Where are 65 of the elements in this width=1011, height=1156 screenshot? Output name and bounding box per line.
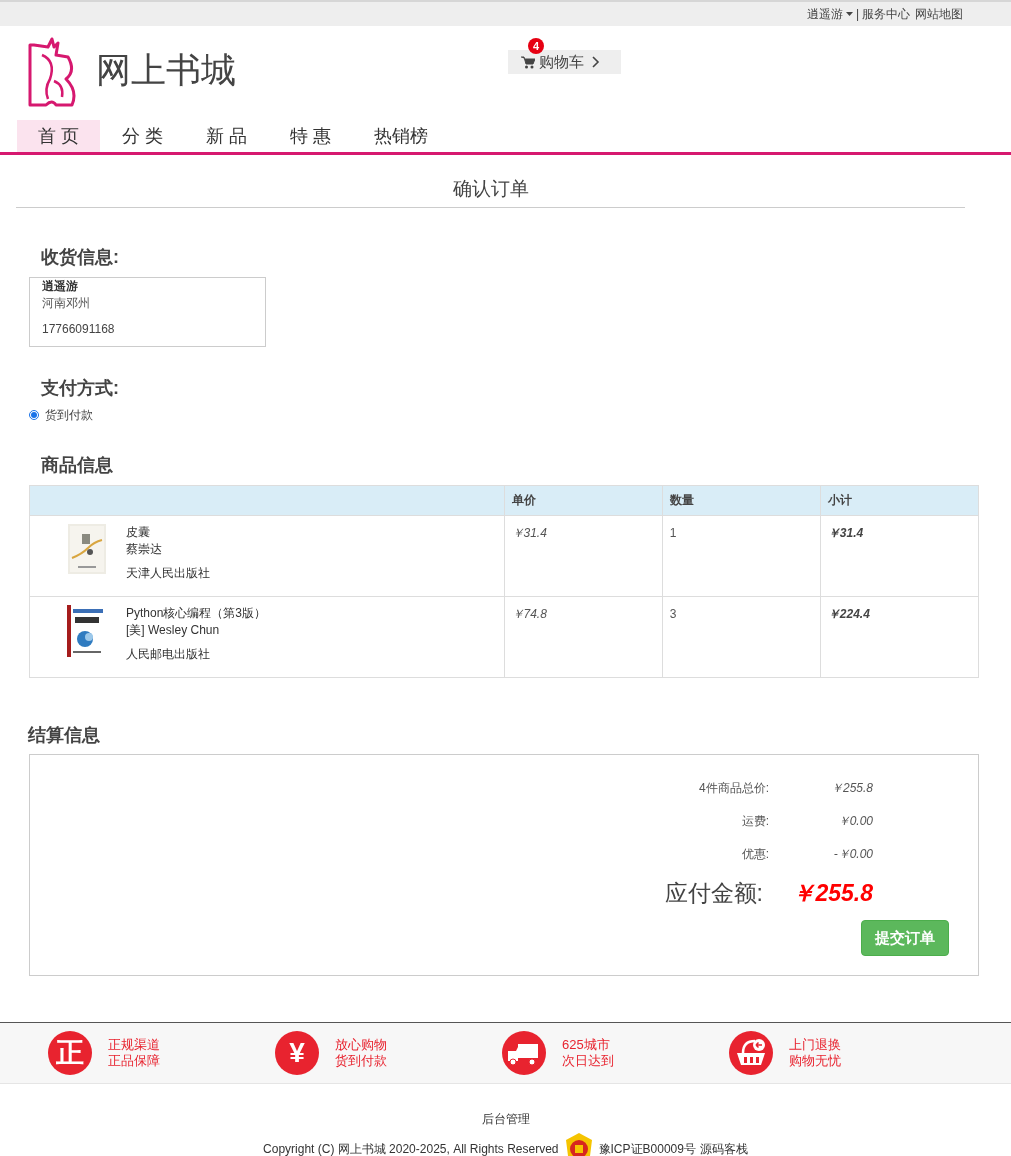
book-publisher: 人民邮电出版社 — [126, 645, 211, 663]
summary-label: 运费: — [740, 812, 769, 830]
police-badge-icon — [564, 1131, 593, 1156]
icp-text: 豫ICP证B00009号 — [598, 1140, 696, 1156]
feature-text: 正规渠道 — [108, 1036, 160, 1053]
feature-text: 放心购物 — [335, 1036, 387, 1053]
feature-text: 625城市 — [562, 1036, 611, 1053]
section-heading: 商品信息 — [41, 454, 113, 475]
nav-tab[interactable]: 分 类 — [101, 120, 185, 152]
cart-count-badge: 4 — [528, 38, 544, 54]
site-title: 网上书城 — [96, 48, 236, 91]
admin-link[interactable]: 后台管理 — [481, 1109, 530, 1128]
book-title[interactable]: 皮囊 — [126, 523, 210, 541]
basket-icon — [729, 1030, 773, 1075]
copyright-text: Copyright (C) 网上书城 2020-2025, All Rights Reserved — [263, 1140, 559, 1156]
truck-icon — [502, 1030, 546, 1075]
summary-label: 优惠: — [740, 845, 769, 863]
feature-text: 正品保障 — [108, 1052, 160, 1069]
top-link[interactable]: 服务中心 — [862, 5, 910, 23]
caret-icon — [845, 12, 853, 16]
column-header: 小计 — [820, 485, 979, 515]
summary-value: ￥255.8 — [829, 779, 873, 797]
summary-value: -￥0.00 — [832, 845, 873, 863]
nav-tab[interactable]: 新 品 — [185, 120, 269, 152]
section-heading: 收货信息: — [41, 246, 119, 267]
chevron-right-icon — [592, 56, 600, 68]
recipient-name: 逍遥游 — [42, 278, 79, 294]
book-title[interactable]: Python核心编程（第3版） — [126, 604, 267, 622]
feature-icon: ¥ — [275, 1030, 319, 1075]
address-text: 河南邓州 — [42, 294, 91, 312]
phone-number: 17766091168 — [42, 320, 116, 338]
feature-text: 次日达到 — [562, 1052, 614, 1069]
feature-text: 上门退换 — [789, 1036, 841, 1053]
summary-label: 4件商品总价: — [698, 779, 769, 797]
nav-tab[interactable]: 热销榜 — [353, 120, 450, 152]
user-menu[interactable]: 逍遥游 — [806, 5, 853, 23]
page-title: 确认订单 — [452, 177, 529, 201]
table-cell: ￥224.4 — [820, 596, 979, 677]
section-heading: 结算信息 — [28, 724, 100, 745]
table-cell: 3 — [662, 596, 821, 677]
radio-label: 货到付款 — [45, 406, 93, 424]
book-publisher: 天津人民出版社 — [126, 564, 210, 582]
total-amount: ￥255.8 — [791, 878, 873, 908]
cart-icon — [521, 55, 535, 69]
nav-tab[interactable]: 首 页 — [17, 120, 100, 152]
feature-text: 货到付款 — [335, 1052, 387, 1069]
logo-icon — [26, 35, 78, 109]
nav-tab[interactable]: 特 惠 — [269, 120, 353, 152]
feature-text: 购物无忧 — [789, 1052, 841, 1069]
table-cell: ￥31.4 — [820, 515, 979, 596]
separator: | — [855, 6, 859, 23]
source-link[interactable]: 源码客栈 — [699, 1139, 748, 1156]
section-heading: 支付方式: — [41, 377, 119, 398]
table-cell: ￥74.8 — [504, 596, 663, 677]
total-label: 应付金额: — [663, 878, 763, 908]
cart-button[interactable]: 购物车 — [508, 50, 621, 74]
column-header: 单价 — [504, 485, 663, 515]
column-header: 数量 — [662, 485, 821, 515]
summary-value: ￥0.00 — [836, 812, 873, 830]
top-link[interactable]: 网站地图 — [915, 5, 963, 23]
table-cell: ￥31.4 — [504, 515, 663, 596]
table-cell: 1 — [662, 515, 821, 596]
feature-icon: 正 — [48, 1030, 92, 1075]
book-author: 蔡崇达 — [126, 540, 163, 558]
book-author: [美] Wesley Chun — [126, 621, 221, 639]
